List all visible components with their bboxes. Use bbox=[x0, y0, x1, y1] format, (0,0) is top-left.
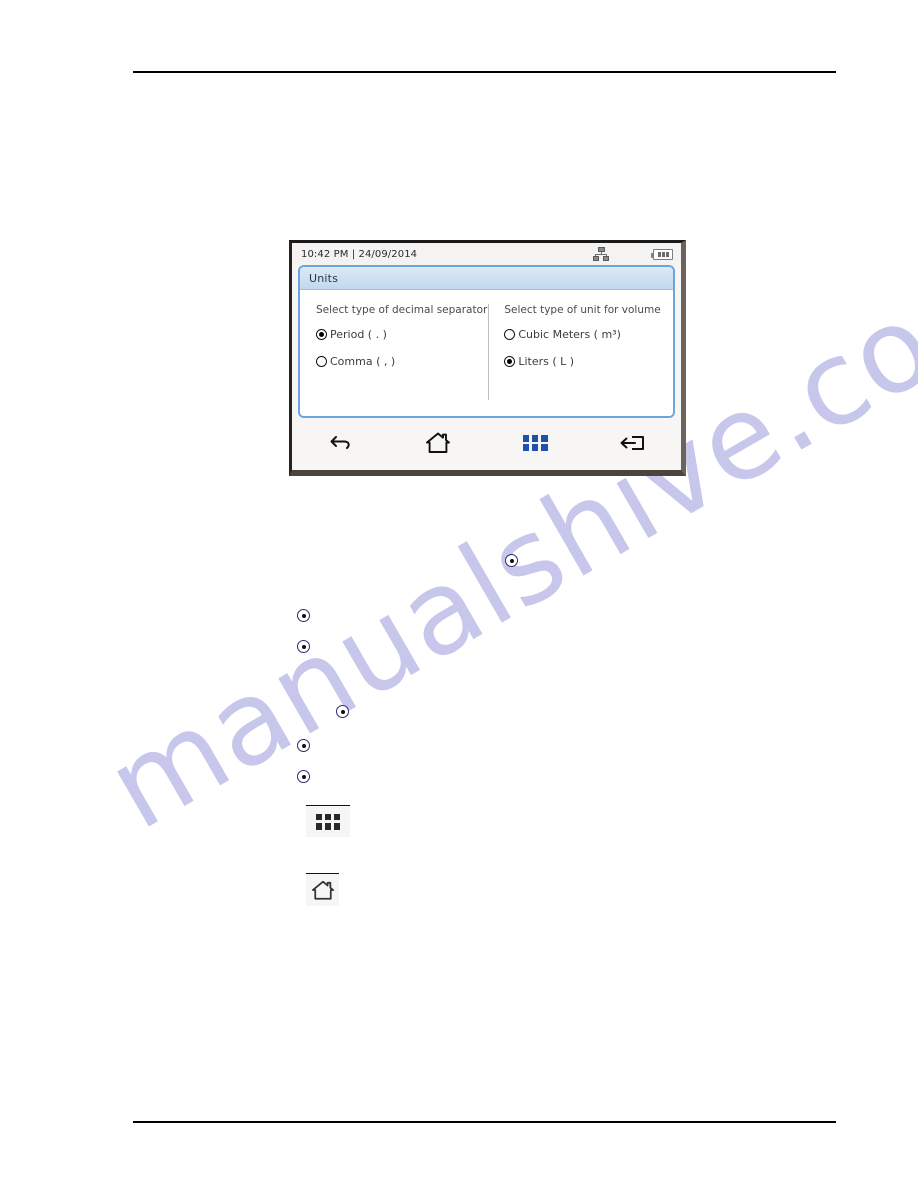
status-bar: 10:42 PM | 24/09/2014 bbox=[292, 243, 681, 265]
exit-button[interactable] bbox=[584, 421, 681, 465]
watermark: manualshive.com bbox=[86, 219, 918, 1090]
radio-option-liters[interactable]: Liters ( L ) bbox=[504, 355, 673, 368]
device-screen: 10:42 PM | 24/09/2014 Units Select type … bbox=[292, 243, 681, 470]
radio-cubic-meters-indicator[interactable] bbox=[504, 329, 516, 340]
network-icon bbox=[593, 247, 609, 261]
list-bullet-icon bbox=[297, 639, 310, 654]
grid-apps-icon bbox=[315, 813, 341, 830]
radio-period-indicator[interactable] bbox=[316, 329, 327, 340]
grid-apps-icon bbox=[522, 435, 548, 451]
units-dialog: Units Select type of decimal separator P… bbox=[298, 265, 675, 418]
decimal-separator-group: Select type of decimal separator Period … bbox=[300, 304, 488, 416]
volume-unit-heading: Select type of unit for volume bbox=[504, 304, 661, 316]
radio-period-label: Period ( . ) bbox=[330, 328, 387, 341]
apps-button[interactable] bbox=[487, 421, 584, 465]
home-button[interactable] bbox=[389, 421, 486, 465]
home-icon bbox=[311, 880, 334, 900]
inline-grid-apps-icon bbox=[306, 805, 350, 837]
device-figure: 10:42 PM | 24/09/2014 Units Select type … bbox=[289, 240, 686, 476]
list-bullet-icon bbox=[297, 608, 310, 623]
radio-cubic-meters-label: Cubic Meters ( m³) bbox=[518, 328, 621, 341]
list-bullet-icon bbox=[297, 769, 310, 784]
footer-rule bbox=[133, 1121, 836, 1123]
decimal-separator-heading: Select type of decimal separator bbox=[316, 304, 488, 316]
radio-liters-label: Liters ( L ) bbox=[518, 355, 575, 368]
device-nav-bar bbox=[292, 421, 681, 465]
radio-option-period[interactable]: Period ( . ) bbox=[316, 328, 482, 341]
radio-comma-label: Comma ( , ) bbox=[330, 355, 396, 368]
list-bullet-icon bbox=[505, 553, 518, 568]
home-icon bbox=[425, 432, 450, 453]
header-rule bbox=[133, 71, 836, 73]
exit-arrow-icon bbox=[620, 436, 645, 450]
radio-option-comma[interactable]: Comma ( , ) bbox=[316, 355, 482, 368]
dialog-title-bar: Units bbox=[300, 267, 673, 290]
radio-option-cubic-meters[interactable]: Cubic Meters ( m³) bbox=[504, 328, 673, 341]
battery-icon bbox=[651, 248, 673, 260]
inline-home-icon bbox=[306, 873, 339, 906]
status-time-date: 10:42 PM | 24/09/2014 bbox=[301, 248, 418, 260]
radio-comma-indicator[interactable] bbox=[316, 356, 327, 367]
list-bullet-icon bbox=[297, 738, 310, 753]
dialog-body: Select type of decimal separator Period … bbox=[300, 290, 673, 416]
list-bullet-icon bbox=[336, 704, 349, 719]
radio-liters-indicator[interactable] bbox=[504, 356, 516, 367]
back-button[interactable] bbox=[292, 421, 389, 465]
volume-unit-group: Select type of unit for volume Cubic Met… bbox=[488, 304, 673, 400]
dialog-title-label: Units bbox=[309, 271, 339, 285]
back-arrow-icon bbox=[330, 436, 350, 449]
